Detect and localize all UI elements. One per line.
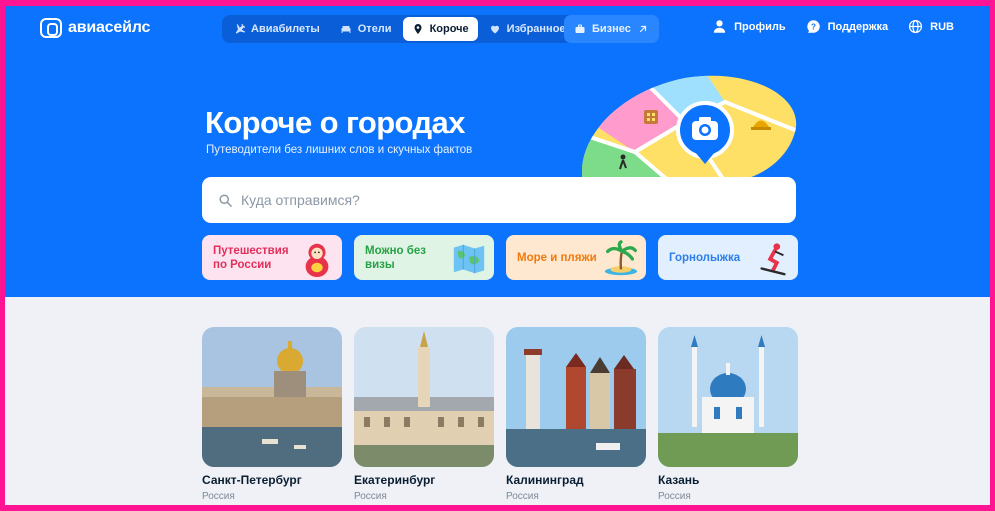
city-country: Россия: [506, 491, 539, 502]
business-button[interactable]: Бизнес: [564, 15, 659, 43]
skier-icon: [760, 243, 786, 276]
city-card-spb[interactable]: Санкт-Петербург Россия: [202, 327, 342, 502]
business-label: Бизнес: [592, 23, 631, 35]
city-country: Россия: [202, 491, 235, 502]
city-name: Екатеринбург: [354, 473, 436, 487]
city-photo: [354, 327, 494, 467]
logo-text: авиасейлс: [68, 19, 151, 36]
city-name: Казань: [658, 473, 700, 487]
matryoshka-icon: [305, 243, 329, 278]
logo[interactable]: авиасейлс: [40, 18, 150, 38]
tab-flights-label: Авиабилеты: [251, 23, 320, 35]
city-photo: [202, 327, 342, 467]
currency-label: RUB: [930, 20, 954, 33]
palm-island-icon: [604, 240, 638, 276]
currency-selector[interactable]: RUB: [908, 19, 954, 34]
tab-hotels-label: Отели: [357, 23, 392, 35]
svg-text:?: ?: [811, 22, 816, 31]
page-title: Короче о городах: [205, 105, 465, 140]
search-input[interactable]: [241, 192, 761, 208]
category-chips: Путешествия по России Можно без визы Мор…: [202, 235, 798, 280]
city-name: Калининград: [506, 473, 584, 487]
city-photo: [658, 327, 798, 467]
tab-short-label: Короче: [429, 23, 469, 35]
city-name: Санкт-Петербург: [202, 473, 302, 487]
category-ski-label: Горнолыжка: [669, 251, 741, 264]
category-beaches[interactable]: Море и пляжи: [506, 235, 646, 280]
search-bar[interactable]: [202, 177, 796, 223]
profile-label: Профиль: [734, 20, 786, 33]
plane-icon: [235, 23, 245, 34]
support-link[interactable]: ? Поддержка: [806, 19, 889, 34]
tab-favorites[interactable]: Избранное: [480, 17, 575, 41]
logo-icon: [40, 18, 62, 38]
tab-flights[interactable]: Авиабилеты: [224, 17, 329, 41]
category-ski[interactable]: Горнолыжка: [658, 235, 798, 280]
arrow-up-right-icon: [639, 25, 646, 33]
user-icon: [713, 20, 726, 33]
heart-icon: [490, 25, 499, 34]
globe-icon: [909, 19, 923, 34]
category-no-visa[interactable]: Можно без визы: [354, 235, 494, 280]
category-russia[interactable]: Путешествия по России: [202, 235, 342, 280]
pin-icon: [414, 24, 422, 34]
city-cards: Санкт-Петербург Россия Екатеринбург Росс…: [202, 327, 798, 502]
main-tabs: Авиабилеты Отели Короче Избранное: [222, 15, 577, 43]
help-icon: ?: [806, 20, 820, 33]
tab-hotels[interactable]: Отели: [331, 17, 401, 41]
category-no-visa-label: Можно без визы: [365, 244, 426, 271]
tab-short[interactable]: Короче: [402, 17, 478, 41]
city-card-kazan[interactable]: Казань Россия: [658, 327, 798, 502]
city-card-kaliningrad[interactable]: Калининград Россия: [506, 327, 646, 502]
bed-icon: [341, 26, 351, 33]
briefcase-icon: [575, 24, 585, 33]
profile-link[interactable]: Профиль: [712, 19, 786, 34]
city-card-ekb[interactable]: Екатеринбург Россия: [354, 327, 494, 502]
app-frame: авиасейлс Авиабилеты Отели Короче Избран…: [5, 6, 990, 505]
support-label: Поддержка: [827, 20, 889, 33]
tab-favorites-label: Избранное: [506, 23, 566, 35]
user-nav: Профиль ? Поддержка RUB: [712, 19, 954, 34]
page-subtitle: Путеводители без лишних слов и скучных ф…: [206, 144, 473, 156]
category-beaches-label: Море и пляжи: [517, 251, 597, 264]
city-country: Россия: [658, 491, 691, 502]
hero-section: авиасейлс Авиабилеты Отели Короче Избран…: [5, 6, 990, 297]
city-map-illustration: [581, 75, 797, 182]
category-russia-label: Путешествия по России: [213, 244, 289, 271]
search-icon: [219, 193, 232, 207]
city-country: Россия: [354, 491, 387, 502]
map-icon: [453, 244, 485, 274]
city-photo: [506, 327, 646, 467]
